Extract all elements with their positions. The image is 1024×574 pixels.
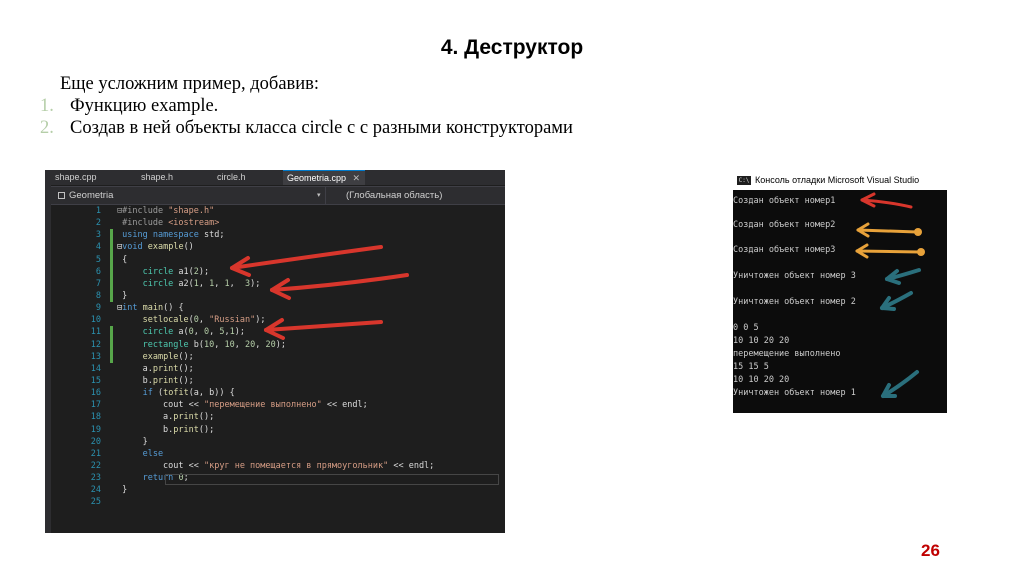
list-item-number: 1. xyxy=(40,96,54,116)
change-marker xyxy=(110,241,113,254)
line-number: 22 xyxy=(90,460,101,471)
list-item-text: Создав в ней объекты класса circle с с р… xyxy=(70,118,573,138)
close-icon[interactable]: ✕ xyxy=(353,173,361,183)
list-item-number: 2. xyxy=(40,118,54,138)
line-number: 11 xyxy=(90,327,101,338)
code-line: 21 else xyxy=(51,448,505,460)
editor-tab-bar: shape.cpp shape.h circle.h Geometria.cpp… xyxy=(51,170,505,185)
debug-console-screenshot: C:\ Консоль отладки Microsoft Visual Stu… xyxy=(733,170,947,413)
line-number: 15 xyxy=(90,375,101,386)
console-line: 10 10 20 20 xyxy=(733,336,790,346)
code-line: 5 { xyxy=(51,253,505,266)
change-marker xyxy=(110,326,113,339)
project-selector[interactable]: Geometria xyxy=(51,187,326,204)
line-number: 17 xyxy=(90,400,101,411)
slide-title: 4. Деструктор xyxy=(440,36,584,59)
code-line: 20 } xyxy=(51,436,505,448)
list-item: 2. Создав в ней объекты класса circle с … xyxy=(40,117,573,139)
line-number: 3 xyxy=(95,230,101,241)
line-number: 9 xyxy=(95,303,101,314)
code-line: 14 a.print(); xyxy=(51,363,505,375)
code-line: 18 a.print(); xyxy=(51,411,505,423)
console-line: 15 15 5 xyxy=(733,362,769,372)
line-number: 18 xyxy=(90,412,101,423)
console-title: Консоль отладки Microsoft Visual Studio xyxy=(755,175,920,185)
change-marker xyxy=(110,350,113,363)
tab-shape-h[interactable]: shape.h xyxy=(137,170,213,185)
console-line: Создан объект номер2 xyxy=(733,220,836,230)
console-line: 10 10 20 20 xyxy=(733,375,790,385)
console-line: Уничтожен объект номер 2 xyxy=(733,297,856,307)
code-line: 3 using namespace std; xyxy=(51,229,505,242)
console-icon: C:\ xyxy=(737,176,751,185)
line-number: 16 xyxy=(90,388,101,399)
scope-selector[interactable]: (Глобальная область) xyxy=(346,187,442,204)
line-number: 21 xyxy=(90,448,101,459)
numbered-list: 1. Функцию example. 2. Создав в ней объе… xyxy=(40,95,573,139)
code-line: 13 example(); xyxy=(51,350,505,363)
page-number: 26 xyxy=(921,541,940,560)
list-item: 1. Функцию example. xyxy=(40,95,573,117)
code-line: 12 rectangle b(10, 10, 20, 20); xyxy=(51,338,505,351)
line-number: 19 xyxy=(90,424,101,435)
editor-navigation-bar: Geometria ▾ (Глобальная область) xyxy=(51,186,505,205)
code-line: 4 ⊟void example() xyxy=(51,241,505,254)
code-line: 8 } xyxy=(51,289,505,303)
code-line: 17 cout << "перемещение выполнено" << en… xyxy=(51,399,505,411)
console-line: Создан объект номер3 xyxy=(733,245,836,255)
change-marker xyxy=(110,289,113,303)
line-number: 1 xyxy=(95,206,101,216)
console-title-bar: C:\ Консоль отладки Microsoft Visual Stu… xyxy=(733,170,947,190)
code-line: 16 if (tofit(a, b)) { xyxy=(51,387,505,399)
change-marker xyxy=(110,229,113,242)
line-number: 14 xyxy=(90,363,101,374)
tab-label: Geometria.cpp xyxy=(287,173,347,183)
line-number: 23 xyxy=(90,473,101,484)
current-line-highlight xyxy=(165,474,499,485)
tab-shape-cpp[interactable]: shape.cpp xyxy=(51,170,137,185)
list-item-text: Функцию example. xyxy=(70,96,219,116)
code-line: 15 b.print(); xyxy=(51,375,505,387)
code-line: 10 setlocale(0, "Russian"); xyxy=(51,314,505,326)
code-editor-screenshot: shape.cpp shape.h circle.h Geometria.cpp… xyxy=(45,170,505,533)
line-number: 4 xyxy=(95,242,101,253)
line-number: 5 xyxy=(95,254,101,265)
console-line: Уничтожен объект номер 3 xyxy=(733,271,856,281)
code-line: 7 circle a2(1, 1, 1, 3); xyxy=(51,277,505,290)
line-number: 2 xyxy=(95,218,101,229)
console-line: Создан объект номер1 xyxy=(733,196,836,206)
console-line: Уничтожен объект номер 1 xyxy=(733,388,856,398)
code-line: 11 circle a(0, 0, 5,1); xyxy=(51,326,505,339)
code-line: 22 cout << "круг не помещается в прямоуг… xyxy=(51,460,505,472)
line-number: 6 xyxy=(95,266,101,277)
console-line: перемещение выполнено xyxy=(733,349,841,359)
code-line: 1 ⊟#include "shape.h" xyxy=(51,205,505,217)
code-line: 9 ⊟int main() { xyxy=(51,302,505,314)
project-icon xyxy=(58,192,65,199)
intro-text: Еще усложним пример, добавив: xyxy=(60,74,320,94)
line-number: 10 xyxy=(90,315,101,326)
tab-circle-h[interactable]: circle.h xyxy=(213,170,283,185)
code-line: 2 #include <iostream> xyxy=(51,217,505,229)
change-marker xyxy=(110,338,113,351)
line-number: 24 xyxy=(90,485,101,496)
console-line: 0 0 5 xyxy=(733,323,759,333)
line-number: 20 xyxy=(90,436,101,447)
line-number: 25 xyxy=(90,497,101,508)
change-marker xyxy=(110,265,113,278)
code-line: 25 xyxy=(51,496,505,508)
change-marker xyxy=(110,253,113,266)
tab-geometria-cpp[interactable]: Geometria.cpp ✕ xyxy=(283,170,365,185)
chevron-down-icon[interactable]: ▾ xyxy=(317,187,321,204)
line-number: 13 xyxy=(90,351,101,362)
line-number: 12 xyxy=(90,339,101,350)
line-number: 7 xyxy=(95,278,101,289)
project-name: Geometria xyxy=(69,190,114,201)
code-line: 19 b.print(); xyxy=(51,424,505,436)
code-area: 1 ⊟#include "shape.h" 2 #include <iostrea… xyxy=(51,205,505,509)
code-line: 24 } xyxy=(51,484,505,496)
change-marker xyxy=(110,277,113,290)
line-number: 8 xyxy=(95,290,101,301)
code-line: 6 circle a1(2); xyxy=(51,265,505,278)
